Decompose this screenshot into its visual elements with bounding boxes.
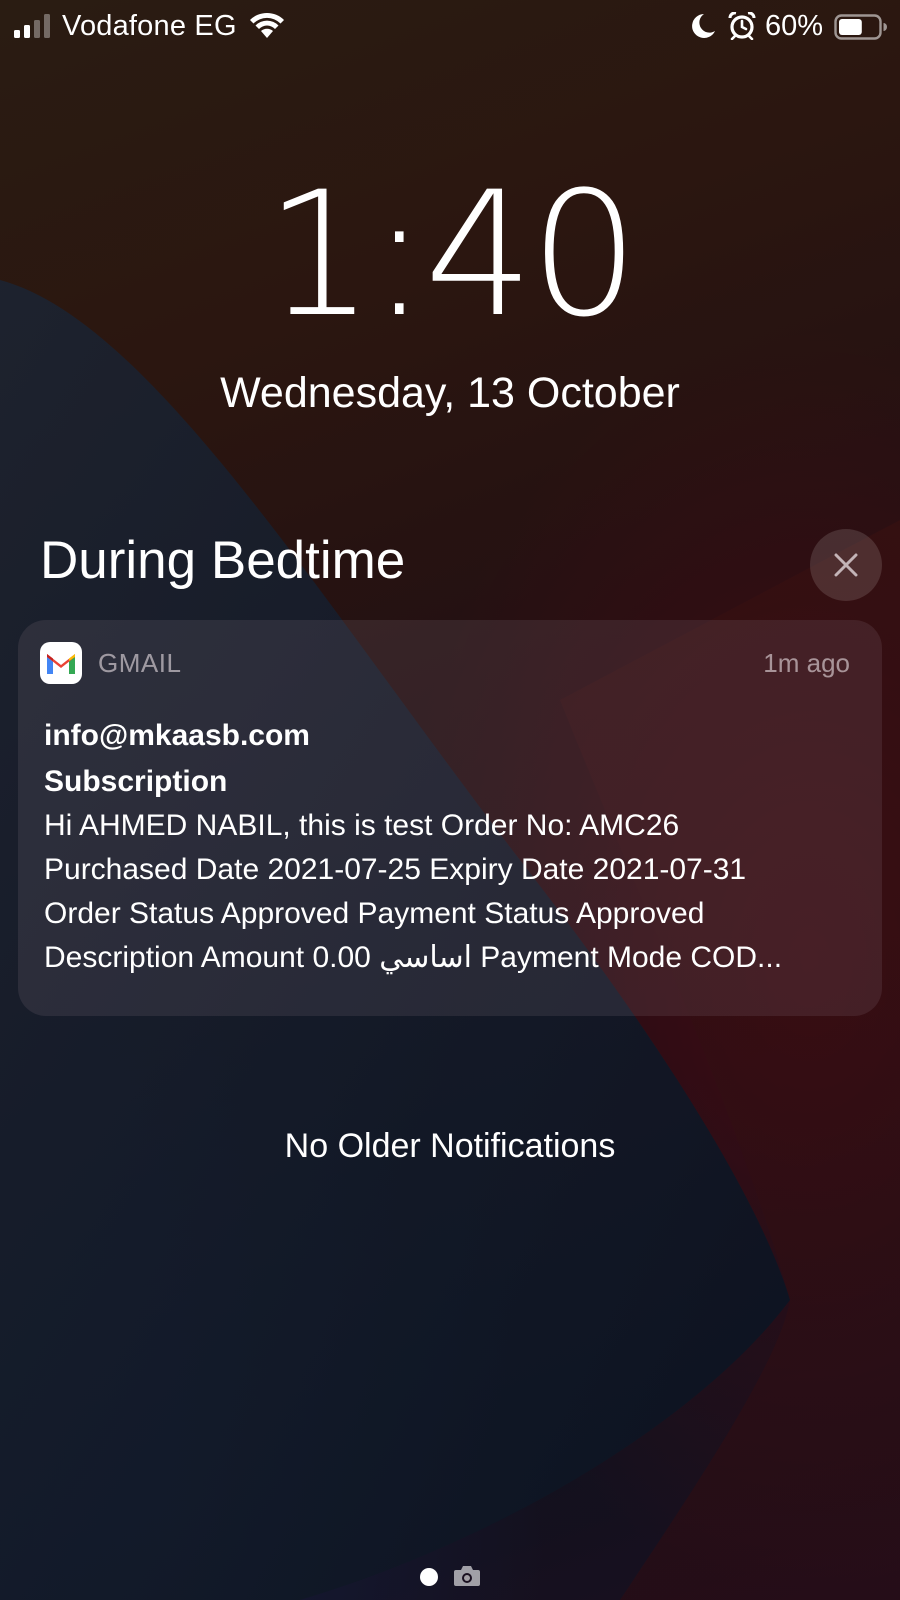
gmail-icon — [40, 642, 82, 684]
notification-body-line: Hi AHMED NABIL, this is test Order No: A… — [44, 809, 680, 842]
notification-sender: info@mkaasb.com — [44, 719, 310, 752]
notification-body-line: Description Amount 0.00 اساسي Payment Mo… — [44, 941, 783, 974]
camera-icon[interactable] — [453, 1565, 481, 1587]
no-older-notifications-label: No Older Notifications — [284, 1127, 616, 1165]
page-indicator-dot[interactable] — [420, 1568, 438, 1586]
notification-body-line: Order Status Approved Payment Status App… — [44, 897, 705, 930]
lock-screen-time: 1:40 — [264, 154, 639, 355]
notification-subject: Subscription — [44, 765, 228, 798]
close-icon — [834, 553, 858, 577]
signal-icon — [14, 14, 50, 38]
status-bar: Vodafone EG 60% — [0, 0, 900, 56]
battery-percentage: 60% — [765, 10, 824, 42]
notification-body: Hi AHMED NABIL, this is test Order No: A… — [44, 804, 864, 980]
alarm-clock-icon — [728, 12, 756, 40]
notification-card[interactable]: GMAIL 1m ago info@mkaasb.com Subscriptio… — [18, 620, 882, 1016]
focus-mode-title: During Bedtime — [40, 531, 406, 590]
lock-screen-date: Wednesday, 13 October — [220, 369, 680, 417]
moon-icon — [692, 14, 715, 38]
notification-timestamp: 1m ago — [763, 648, 850, 678]
battery-icon — [834, 14, 887, 40]
carrier-name: Vodafone EG — [62, 10, 237, 42]
notification-body-line: Purchased Date 2021-07-25 Expiry Date 20… — [44, 853, 747, 886]
dismiss-focus-button[interactable] — [810, 529, 882, 601]
notification-app-name: GMAIL — [98, 648, 182, 678]
wifi-icon — [250, 12, 284, 38]
